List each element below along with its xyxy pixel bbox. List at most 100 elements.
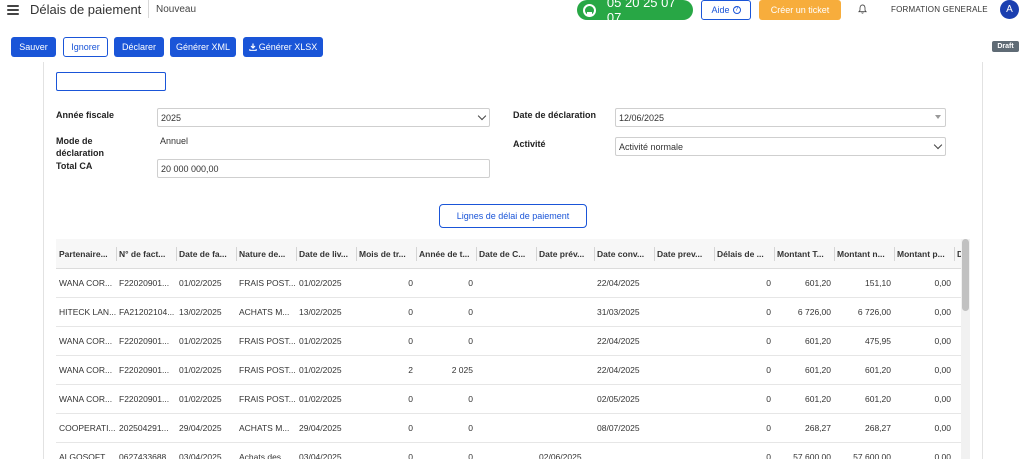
table-cell: 13/02/2025 <box>299 307 342 317</box>
table-cell: FA21202104... <box>119 307 175 317</box>
breadcrumb: Nouveau <box>156 4 197 15</box>
table-cell <box>476 356 536 384</box>
table-row[interactable]: ALGOSOFT 0627433688 03/04/2025 Achats des..… <box>56 443 961 459</box>
table-cell: HITECK LAN... <box>59 307 116 317</box>
table-cell <box>654 327 714 355</box>
table-cell: 01/02/2025 <box>179 278 222 288</box>
table-cell: 6 726,00 <box>797 307 831 317</box>
help-button[interactable]: Aide ? <box>701 0 751 20</box>
table-cell: 0,00 <box>934 423 951 433</box>
column-header[interactable]: Date de liv... <box>296 239 356 268</box>
help-icon: ? <box>732 6 741 14</box>
activity-select[interactable]: Activité normale <box>615 137 946 156</box>
column-separator[interactable] <box>654 247 655 261</box>
column-header[interactable]: Date conv... <box>594 239 654 268</box>
total-ca-input[interactable]: 20 000 000,00 <box>157 159 490 178</box>
avatar[interactable]: A <box>1000 0 1019 19</box>
column-separator[interactable] <box>714 247 715 261</box>
phone-number: 05 20 25 07 07 <box>606 0 676 25</box>
column-header[interactable]: Date de C... <box>476 239 536 268</box>
table-row[interactable]: WANA COR... F22020901... 01/02/2025 FRAIS P… <box>56 385 961 414</box>
column-separator[interactable] <box>416 247 417 261</box>
column-header[interactable]: Partenaire... <box>56 239 116 268</box>
column-header[interactable]: Date prév... <box>536 239 594 268</box>
table-cell: 57 600,00 <box>853 452 891 459</box>
column-separator[interactable] <box>476 247 477 261</box>
column-header[interactable]: Nature de... <box>236 239 296 268</box>
ignore-button[interactable]: Ignorer <box>63 37 108 57</box>
table-cell: 601,20 <box>865 365 891 375</box>
scroll-thumb[interactable] <box>962 239 969 311</box>
table-cell: F22020901... <box>119 394 170 404</box>
table-row[interactable]: HITECK LAN... FA21202104... 13/02/2025 ACHA… <box>56 298 961 327</box>
table-cell: 02/05/2025 <box>597 394 640 404</box>
table-cell: 0 <box>468 307 473 317</box>
column-header[interactable]: Mois de tr... <box>356 239 416 268</box>
bell-icon[interactable] <box>858 4 867 14</box>
declaration-date-value: 12/06/2025 <box>619 112 665 123</box>
menu-icon[interactable] <box>7 5 19 15</box>
table-cell: FRAIS POST... <box>239 336 296 346</box>
column-header[interactable]: Date de fa... <box>176 239 236 268</box>
table-cell: 02/06/2025 <box>539 452 582 459</box>
column-separator[interactable] <box>116 247 117 261</box>
table-row[interactable]: COOPERATI... 202504291... 29/04/2025 ACHATS… <box>56 414 961 443</box>
phone-button[interactable]: 05 20 25 07 07 <box>577 0 693 25</box>
table-cell <box>476 269 536 297</box>
column-separator[interactable] <box>176 247 177 261</box>
table-cell: 0 <box>766 452 771 459</box>
table-scrollbar[interactable] <box>961 239 970 459</box>
table-cell: 22/04/2025 <box>597 365 640 375</box>
table-cell: 29/04/2025 <box>179 423 222 433</box>
column-separator[interactable] <box>356 247 357 261</box>
reference-input[interactable] <box>56 72 166 91</box>
table-cell: FRAIS POST... <box>239 394 296 404</box>
table-cell: 0 <box>468 394 473 404</box>
table-cell: 0 <box>408 278 413 288</box>
table-cell: 0 <box>766 365 771 375</box>
column-separator[interactable] <box>954 247 955 261</box>
column-header[interactable]: D <box>954 239 961 268</box>
table-cell: 0 <box>408 336 413 346</box>
payment-lines-button[interactable]: Lignes de délai de paiement <box>439 204 587 228</box>
generate-xml-button[interactable]: Générer XML <box>170 37 236 57</box>
save-button[interactable]: Sauver <box>11 37 56 57</box>
column-separator[interactable] <box>774 247 775 261</box>
table-cell: 0 <box>766 307 771 317</box>
column-header[interactable]: Montant T... <box>774 239 834 268</box>
company-name[interactable]: FORMATION GENERALE <box>891 5 988 14</box>
fiscal-year-select[interactable]: 2025 <box>157 108 490 127</box>
table-row[interactable]: WANA COR... F22020901... 01/02/2025 FRAIS P… <box>56 327 961 356</box>
column-header[interactable]: N° de fact... <box>116 239 176 268</box>
table-cell <box>476 327 536 355</box>
table-cell: ALGOSOFT <box>59 452 106 459</box>
generate-xlsx-button[interactable]: Générer XLSX <box>243 37 323 57</box>
help-label: Aide <box>711 5 730 15</box>
table-cell <box>476 414 536 442</box>
table-cell: 0 <box>408 307 413 317</box>
download-icon <box>249 43 257 51</box>
column-header[interactable]: Année de t... <box>416 239 476 268</box>
declaration-date-input[interactable]: 12/06/2025 <box>615 108 946 127</box>
table-cell: 0627433688 <box>119 452 167 459</box>
create-ticket-button[interactable]: Créer un ticket <box>759 0 841 20</box>
table-cell: FRAIS POST... <box>239 278 296 288</box>
column-separator[interactable] <box>236 247 237 261</box>
column-separator[interactable] <box>594 247 595 261</box>
table-row[interactable]: WANA COR... F22020901... 01/02/2025 FRAIS P… <box>56 269 961 298</box>
table-cell: 0 <box>408 423 413 433</box>
table-cell <box>954 269 961 297</box>
column-separator[interactable] <box>296 247 297 261</box>
column-separator[interactable] <box>894 247 895 261</box>
column-header[interactable]: Délais de ... <box>714 239 774 268</box>
column-header[interactable]: Date prev... <box>654 239 714 268</box>
column-header[interactable]: Montant p... <box>894 239 954 268</box>
table-cell: 01/02/2025 <box>179 336 222 346</box>
declare-button[interactable]: Déclarer <box>114 37 164 57</box>
column-separator[interactable] <box>834 247 835 261</box>
table-cell: 0 <box>408 452 413 459</box>
column-separator[interactable] <box>536 247 537 261</box>
declaration-mode-value: Annuel <box>160 136 189 146</box>
table-row[interactable]: WANA COR... F22020901... 01/02/2025 FRAIS P… <box>56 356 961 385</box>
column-header[interactable]: Montant n... <box>834 239 894 268</box>
